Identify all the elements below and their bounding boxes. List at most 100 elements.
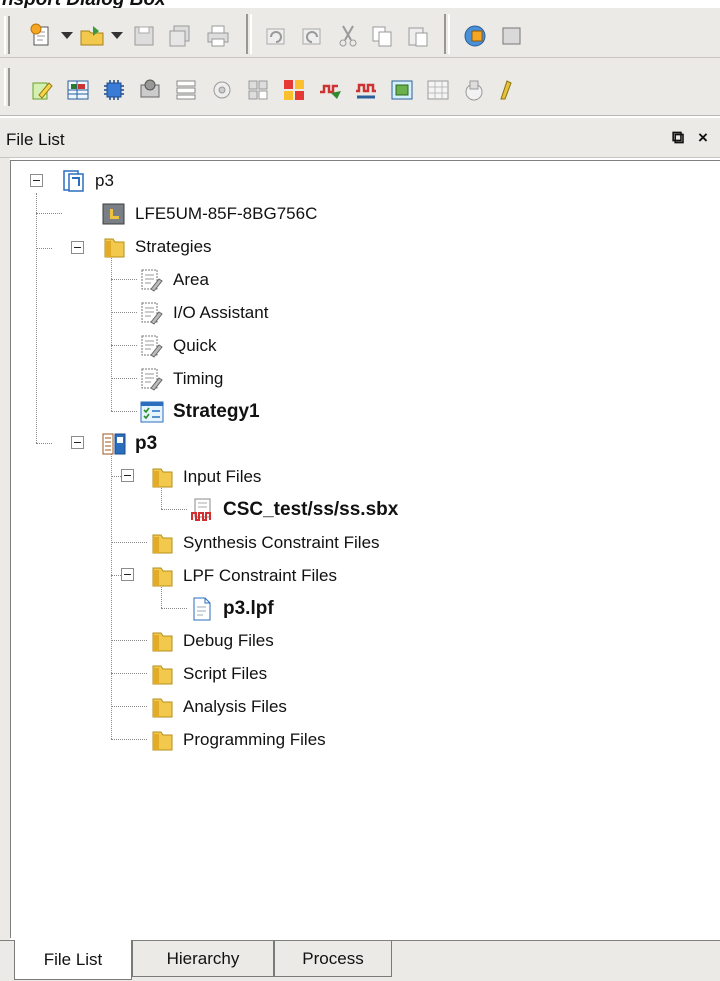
strategy-io-assistant-label: I/O Assistant: [173, 303, 269, 322]
open-project-icon[interactable]: [78, 22, 106, 50]
toolbar-grip[interactable]: [4, 16, 10, 54]
redo-icon[interactable]: [298, 22, 326, 50]
print-icon[interactable]: [204, 22, 232, 50]
spreadsheet-icon[interactable]: [64, 76, 92, 104]
sbx-file-icon: [189, 497, 215, 523]
tree-item-strategy-quick[interactable]: Quick: [139, 331, 216, 361]
tree-item-programming-files[interactable]: Programming Files: [149, 725, 326, 755]
save-icon[interactable]: [130, 22, 158, 50]
save-all-icon[interactable]: [166, 22, 194, 50]
undo-icon[interactable]: [262, 22, 290, 50]
input-files-label: Input Files: [183, 467, 262, 486]
copy-icon[interactable]: [368, 22, 396, 50]
folder-icon: [149, 464, 175, 490]
collapse-strategies-icon[interactable]: [71, 241, 84, 254]
new-dropdown-icon[interactable]: [61, 32, 73, 39]
strategy-timing-label: Timing: [173, 369, 224, 388]
strategy-icon: [139, 366, 165, 392]
strategy1-label: Strategy1: [173, 401, 260, 422]
tree-item-lpf-file[interactable]: p3.lpf: [189, 594, 274, 624]
device-icon: [101, 201, 127, 227]
ipexpress-second-icon[interactable]: [498, 22, 526, 50]
tree-item-project[interactable]: p3: [61, 166, 114, 196]
chip-icon[interactable]: [100, 76, 128, 104]
reveal-icon[interactable]: [352, 76, 380, 104]
tree-item-input-file-sbx[interactable]: CSC_test/ss/ss.sbx: [189, 495, 398, 525]
power-icon[interactable]: [388, 76, 416, 104]
file-list-tree[interactable]: p3 LFE5UM-85F-8BG756C Strategies Area I/…: [10, 160, 720, 938]
tab-process[interactable]: Process: [274, 941, 392, 977]
strategies-label: Strategies: [135, 237, 212, 256]
page-caption: nsport Dialog Box: [0, 0, 166, 9]
document-icon: [189, 596, 215, 622]
folder-icon: [149, 661, 175, 687]
tree-item-strategy-io-assistant[interactable]: I/O Assistant: [139, 298, 268, 328]
netlist-icon[interactable]: [136, 76, 164, 104]
strategy-icon: [139, 333, 165, 359]
lpf-constraint-files-label: LPF Constraint Files: [183, 566, 337, 585]
tree-item-lpf-constraint-files[interactable]: LPF Constraint Files: [149, 561, 337, 591]
collapse-implementation-icon[interactable]: [71, 436, 84, 449]
project-label: p3: [95, 171, 114, 190]
toolbar-separator: [246, 14, 252, 54]
tools-toolbar: [0, 58, 720, 116]
timing-icon[interactable]: [316, 76, 344, 104]
floorplan-icon[interactable]: [172, 76, 200, 104]
tree-item-analysis-files[interactable]: Analysis Files: [149, 692, 287, 722]
new-project-icon[interactable]: [28, 22, 56, 50]
analysis-files-label: Analysis Files: [183, 697, 287, 716]
programmer-icon[interactable]: [460, 76, 488, 104]
folder-icon: [149, 727, 175, 753]
clarity-icon[interactable]: [280, 76, 308, 104]
toolbar-separator: [444, 14, 450, 54]
tree-item-strategy-strategy1[interactable]: Strategy1: [139, 397, 260, 427]
ipexpress-icon[interactable]: [462, 22, 490, 50]
synthesis-constraint-files-label: Synthesis Constraint Files: [183, 533, 380, 552]
programming-files-label: Programming Files: [183, 730, 326, 749]
implementation-icon: [101, 431, 127, 457]
strategy-quick-label: Quick: [173, 336, 217, 355]
collapse-lpf-files-icon[interactable]: [121, 568, 134, 581]
panel-title: File List: [6, 130, 65, 149]
open-dropdown-icon[interactable]: [111, 32, 123, 39]
input-file-label: CSC_test/ss/ss.sbx: [223, 499, 399, 520]
folder-icon: [149, 530, 175, 556]
tree-item-implementation[interactable]: p3: [101, 429, 157, 459]
main-toolbar: [0, 8, 720, 58]
script-files-label: Script Files: [183, 664, 268, 683]
close-panel-icon[interactable]: ×: [698, 128, 708, 148]
strategy-icon: [139, 300, 165, 326]
folder-icon: [149, 628, 175, 654]
tree-item-strategy-area[interactable]: Area: [139, 265, 209, 295]
project-icon: [61, 168, 87, 194]
folder-icon: [149, 563, 175, 589]
tab-file-list[interactable]: File List: [14, 940, 132, 980]
toolbar-grip[interactable]: [4, 68, 10, 106]
folder-icon: [149, 694, 175, 720]
collapse-project-icon[interactable]: [30, 174, 43, 187]
tree-item-device[interactable]: LFE5UM-85F-8BG756C: [101, 199, 317, 229]
ecoeditor-icon[interactable]: [424, 76, 452, 104]
tab-hierarchy[interactable]: Hierarchy: [132, 941, 274, 977]
strategy-area-label: Area: [173, 270, 209, 289]
edit-icon[interactable]: [28, 76, 56, 104]
collapse-input-files-icon[interactable]: [121, 469, 134, 482]
tree-item-input-files[interactable]: Input Files: [149, 462, 261, 492]
lpf-file-label: p3.lpf: [223, 598, 274, 619]
debug-files-label: Debug Files: [183, 631, 274, 650]
float-panel-icon[interactable]: ⧉: [672, 128, 684, 148]
package-icon[interactable]: [208, 76, 236, 104]
strategy-icon: [139, 267, 165, 293]
tree-item-strategies[interactable]: Strategies: [101, 232, 212, 262]
device-label: LFE5UM-85F-8BG756C: [135, 204, 318, 223]
placement-icon[interactable]: [244, 76, 272, 104]
tree-item-debug-files[interactable]: Debug Files: [149, 626, 274, 656]
cut-icon[interactable]: [334, 22, 362, 50]
folder-icon: [101, 234, 127, 260]
panel-tab-bar: File List Hierarchy Process: [0, 940, 720, 981]
tree-item-strategy-timing[interactable]: Timing: [139, 364, 223, 394]
paste-icon[interactable]: [404, 22, 432, 50]
tree-item-synthesis-constraint-files[interactable]: Synthesis Constraint Files: [149, 528, 380, 558]
analyzer-icon[interactable]: [492, 76, 520, 104]
tree-item-script-files[interactable]: Script Files: [149, 659, 267, 689]
